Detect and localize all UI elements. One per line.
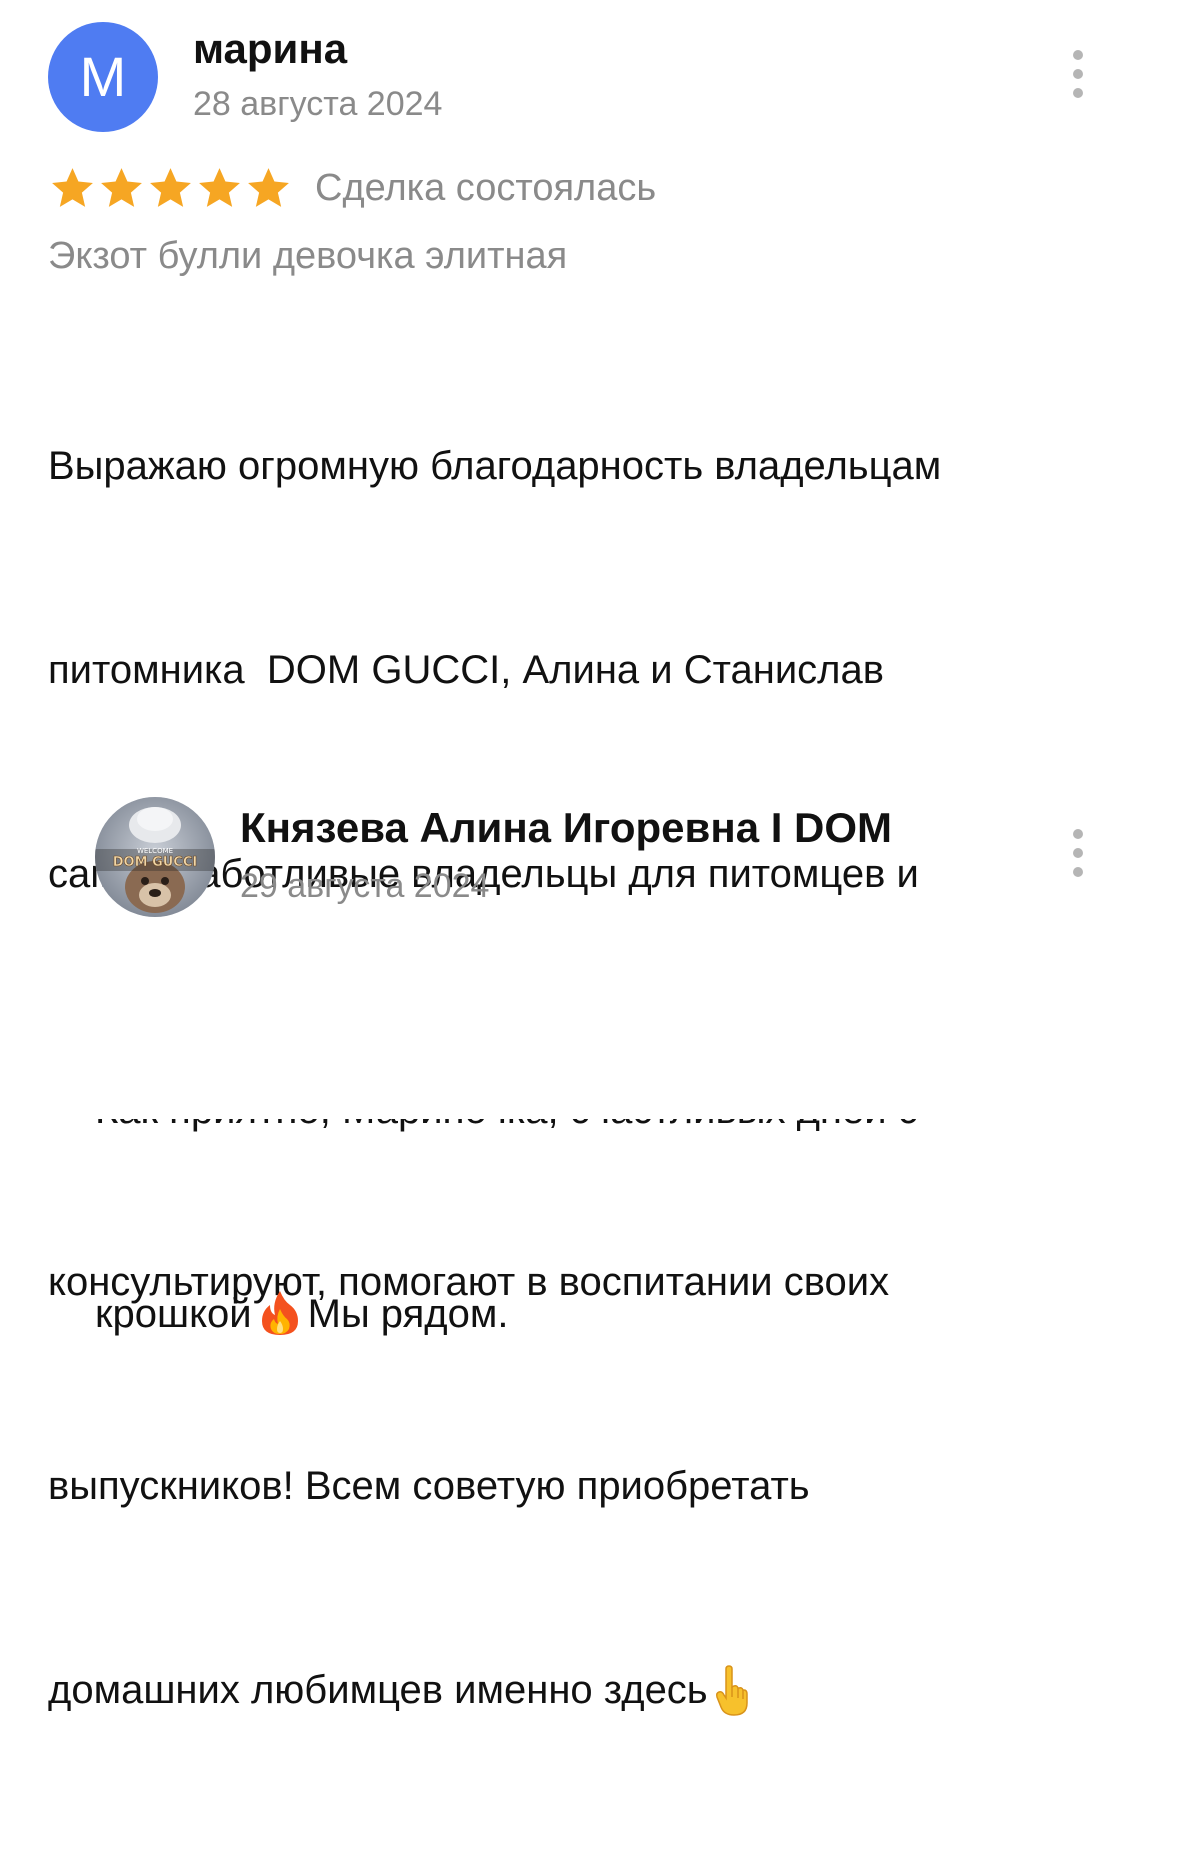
pointing-up-hand-icon [715, 1665, 748, 1716]
reply-date: 29 августа 2024 [240, 867, 490, 905]
star-icon [101, 167, 142, 207]
rating-row: Сделка состоялась [48, 160, 656, 216]
review-text-line: домашних любимцев именно здесь [48, 1668, 708, 1712]
review-date: 28 августа 2024 [193, 85, 443, 123]
star-icon [150, 167, 191, 207]
listing-title[interactable]: Экзот булли девочка элитная [48, 230, 567, 282]
author-avatar: М [48, 22, 158, 132]
author-name[interactable]: марина [193, 24, 347, 74]
fire-icon [261, 1291, 298, 1335]
review-text-line: питомника DOM GUCCI, Алина и Станислав [48, 648, 884, 692]
seller-avatar: WELCOME DOM GUCCI [95, 797, 215, 917]
review-card: М марина 28 августа 2024 Сделка состояла… [0, 0, 1179, 1716]
review-text-line-last: домашних любимцев именно здесь [48, 1656, 1148, 1724]
dom-gucci-logo-icon: WELCOME DOM GUCCI [95, 797, 215, 917]
reply-text-fragment: крошкой [95, 1292, 252, 1336]
avatar-letter: М [79, 45, 127, 108]
logo-text: DOM GUCCI [113, 855, 197, 870]
more-options-icon[interactable] [1066, 50, 1090, 98]
star-icon [52, 167, 93, 207]
star-icon [199, 167, 240, 207]
reply-text-fragment: Мы рядом. [307, 1292, 509, 1336]
deal-status: Сделка состоялась [315, 167, 657, 209]
star-rating [48, 164, 293, 213]
seller-name[interactable]: Князева Алина Игоревна I DOM [240, 802, 892, 854]
reply-text: Как приятно, Мариночка, счастливых дней … [95, 940, 1155, 1484]
star-icon [248, 167, 289, 207]
logo-subtext: WELCOME [137, 847, 173, 855]
reply-text-line: крошкой Мы рядом. [95, 1280, 1155, 1348]
viewport-clip [0, 1060, 1179, 1119]
review-text-line: Выражаю огромную благодарность владельца… [48, 444, 942, 488]
reply-more-options-icon[interactable] [1066, 829, 1090, 877]
